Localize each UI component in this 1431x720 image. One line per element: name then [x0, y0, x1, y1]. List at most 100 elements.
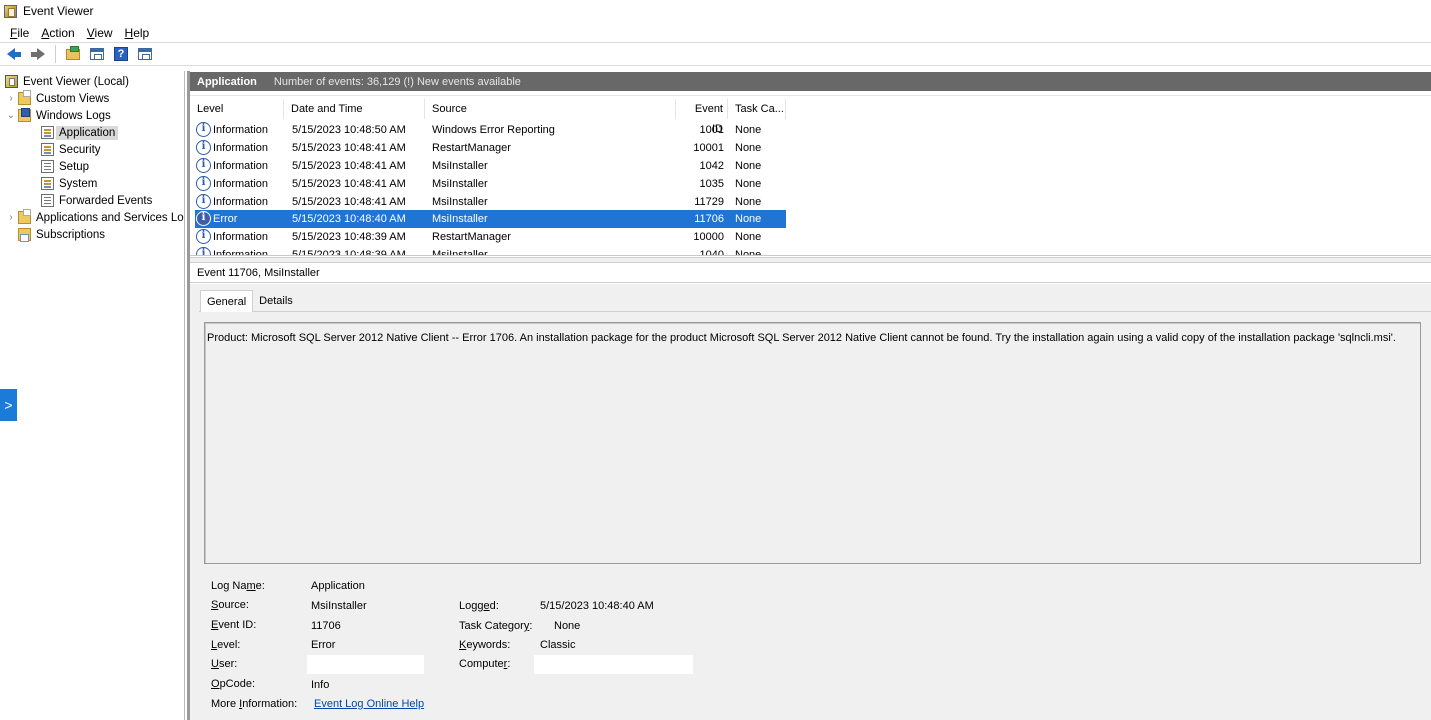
value-source: MsiInstaller [311, 600, 367, 612]
forward-button[interactable] [28, 45, 48, 63]
information-icon: i [196, 247, 211, 255]
information-icon: i [196, 176, 211, 191]
back-arrow-icon [7, 48, 21, 60]
show-hide-action-pane-button[interactable] [135, 45, 155, 63]
tree-item-subscriptions[interactable]: Subscriptions [18, 226, 105, 243]
back-button[interactable] [4, 45, 24, 63]
table-row[interactable]: i Information 5/15/2023 10:48:39 AM MsiI… [195, 246, 786, 255]
help-icon: ? [114, 47, 128, 61]
value-event-id: 11706 [311, 620, 341, 632]
expand-chevron-icon[interactable]: › [6, 93, 16, 104]
label-event-id: Event ID: [211, 619, 257, 631]
collapse-chevron-icon[interactable]: ⌄ [6, 110, 16, 121]
log-icon [41, 160, 54, 173]
information-icon: i [196, 140, 211, 155]
label-level: Level: [211, 639, 241, 651]
column-header-task-category[interactable]: Task Ca... [728, 99, 786, 119]
event-log-online-help-link[interactable]: Event Log Online Help [314, 696, 424, 712]
label-task-category: Task Category: [459, 620, 533, 632]
toolbar-separator [55, 45, 56, 63]
menu-view[interactable]: View [81, 26, 119, 40]
event-viewer-icon [5, 75, 18, 88]
expand-chevron-icon[interactable]: › [6, 212, 16, 223]
window-title: Event Viewer [23, 4, 94, 18]
log-title: Application [197, 75, 257, 88]
folder-icon [18, 209, 31, 224]
label-computer: Computer: [459, 658, 511, 670]
menu-help[interactable]: Help [119, 26, 156, 40]
table-row[interactable]: i Information 5/15/2023 10:48:41 AM MsiI… [195, 193, 786, 211]
show-hide-pane-icon [138, 48, 152, 60]
event-detail-title-bar: Event 11706, MsiInstaller [190, 263, 1431, 283]
properties-icon [90, 48, 104, 60]
table-row[interactable]: i Information 5/15/2023 10:48:41 AM Rest… [195, 139, 786, 157]
open-folder-icon [66, 45, 80, 60]
title-bar: Event Viewer [0, 0, 1431, 22]
column-header-level[interactable]: Level [190, 99, 284, 119]
windows-logs-folder-icon [18, 108, 31, 122]
value-computer-field[interactable] [534, 655, 693, 674]
event-detail-pane: General Details Product: Microsoft SQL S… [190, 284, 1431, 720]
label-keywords: Keywords: [459, 639, 511, 651]
event-count-info: Number of events: 36,129 (!) New events … [273, 75, 521, 88]
value-keywords: Classic [540, 639, 576, 651]
tab-details[interactable]: Details [253, 290, 299, 312]
tree-item-applications-and-services-logs[interactable]: › Applications and Services Logs [6, 209, 184, 226]
log-icon [41, 143, 54, 156]
label-user: User: [211, 658, 238, 670]
properties-button[interactable] [87, 45, 107, 63]
tree-item-windows-logs[interactable]: ⌄ Windows Logs [6, 107, 111, 124]
chevron-right-icon: > [4, 397, 13, 413]
information-icon: i [196, 229, 211, 244]
value-opcode: Info [311, 679, 330, 691]
column-header-date-time[interactable]: Date and Time [284, 99, 425, 119]
console-tree: Event Viewer (Local) › Custom Views ⌄ Wi… [0, 71, 185, 720]
event-list: Level Date and Time Source Event ID Task… [190, 95, 1431, 256]
menu-bar: File Action View Help [0, 24, 155, 42]
tree-item-forwarded-events[interactable]: Forwarded Events [41, 192, 152, 209]
information-icon: i [196, 194, 211, 209]
tree-item-custom-views[interactable]: › Custom Views [6, 90, 109, 107]
label-logged: Logged: [459, 600, 499, 612]
table-row[interactable]: i Information 5/15/2023 10:48:39 AM Rest… [195, 228, 786, 246]
menu-file[interactable]: File [4, 26, 35, 40]
column-header-event-id[interactable]: Event ID [676, 99, 728, 135]
log-icon [41, 177, 54, 190]
event-description-text: Product: Microsoft SQL Server 2012 Nativ… [207, 332, 1396, 344]
label-source: Source: [211, 599, 249, 611]
value-logged: 5/15/2023 10:48:40 AM [540, 600, 654, 612]
up-one-level-button[interactable] [63, 45, 83, 63]
log-icon [41, 194, 54, 207]
subscriptions-icon [18, 228, 31, 242]
table-row-selected[interactable]: i Error 5/15/2023 10:48:40 AM MsiInstall… [195, 210, 786, 228]
label-log-name: Log Name: [211, 580, 265, 592]
event-description[interactable]: Product: Microsoft SQL Server 2012 Nativ… [204, 322, 1421, 564]
table-row[interactable]: i Information 5/15/2023 10:48:50 AM Wind… [195, 121, 786, 139]
tree-item-application[interactable]: Application [41, 124, 119, 141]
help-button[interactable]: ? [111, 45, 131, 63]
detail-tabs: General Details [200, 290, 299, 312]
side-panel-expander-button[interactable]: > [0, 389, 17, 421]
tree-item-system[interactable]: System [41, 175, 97, 192]
label-opcode: OpCode: [211, 678, 256, 690]
forward-arrow-icon [31, 48, 45, 60]
menu-action[interactable]: Action [35, 26, 80, 40]
tree-item-security[interactable]: Security [41, 141, 101, 158]
tree-item-setup[interactable]: Setup [41, 158, 89, 175]
event-viewer-app-icon [4, 4, 17, 18]
log-header-bar: Application Number of events: 36,129 (!)… [190, 72, 1431, 91]
tab-general[interactable]: General [200, 290, 254, 312]
log-icon [41, 126, 54, 139]
label-more-information: More Information: [211, 698, 298, 710]
information-icon: i [196, 122, 211, 137]
value-task-category: None [554, 620, 581, 632]
information-icon: i [196, 158, 211, 173]
value-log-name: Application [311, 580, 365, 592]
table-row[interactable]: i Information 5/15/2023 10:48:41 AM MsiI… [195, 157, 786, 175]
tree-item-event-viewer-local[interactable]: Event Viewer (Local) [5, 73, 129, 90]
toolbar: ? [0, 42, 1431, 66]
column-header-source[interactable]: Source [425, 99, 676, 119]
error-icon: i [196, 211, 211, 226]
table-row[interactable]: i Information 5/15/2023 10:48:41 AM MsiI… [195, 175, 786, 193]
value-user-field[interactable] [307, 655, 424, 674]
